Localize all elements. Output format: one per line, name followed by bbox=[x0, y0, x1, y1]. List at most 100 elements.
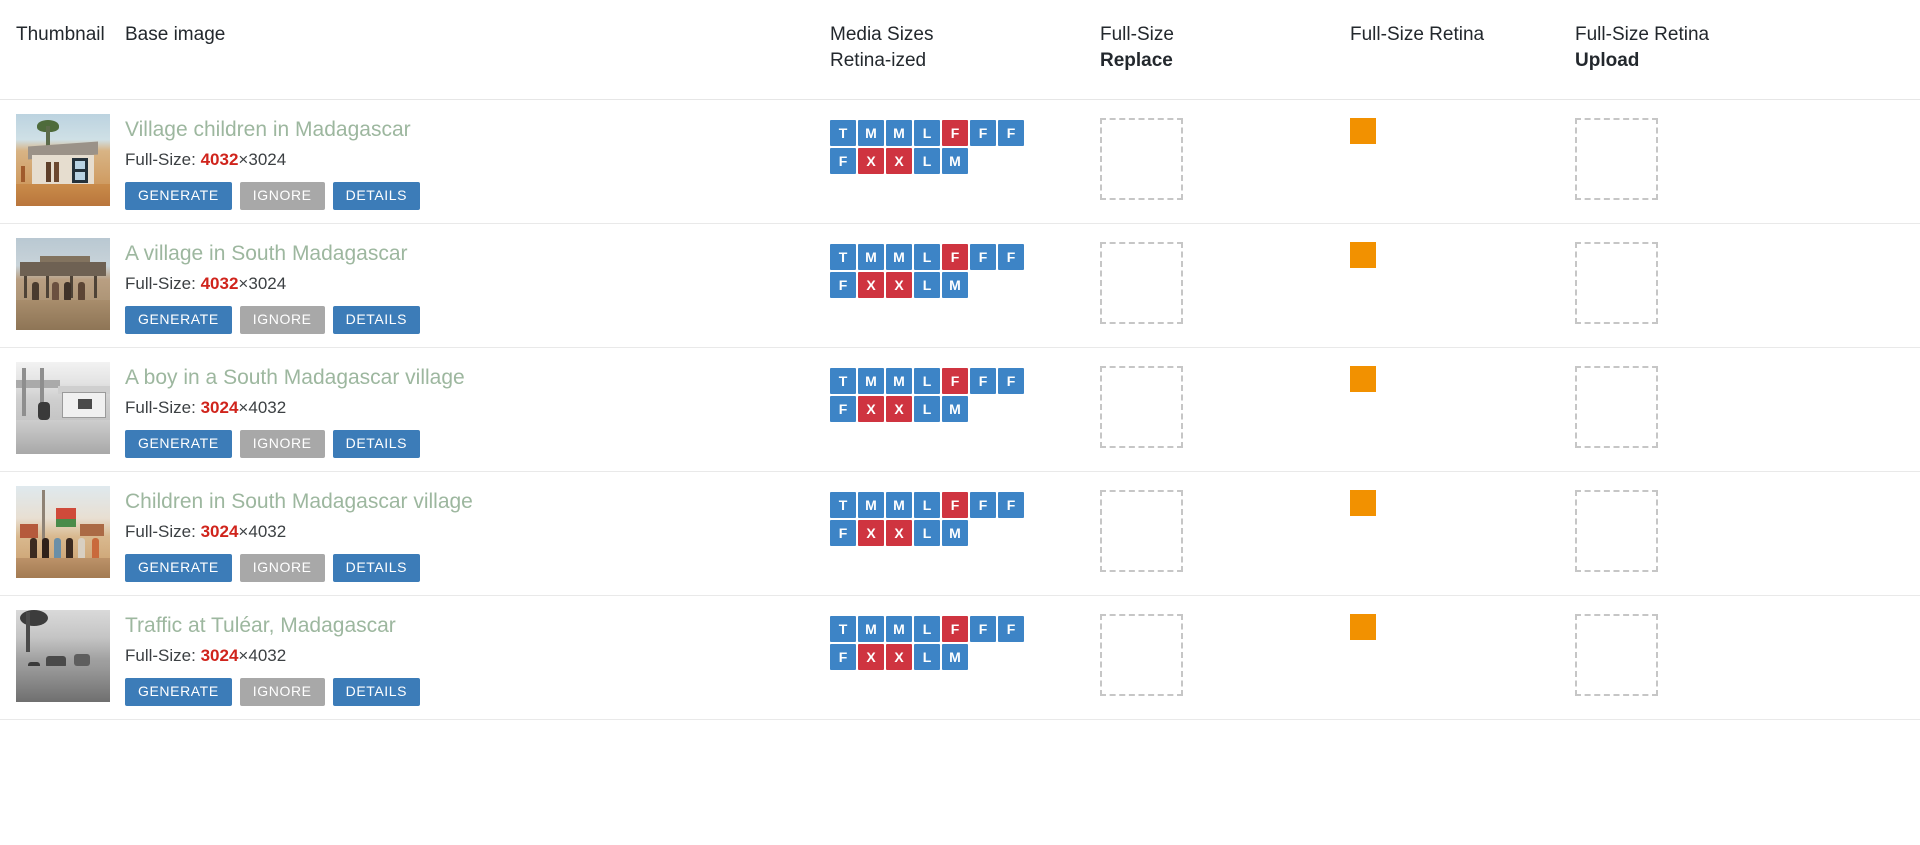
media-size-badge[interactable]: T bbox=[830, 120, 856, 147]
ignore-button[interactable]: IGNORE bbox=[239, 553, 325, 583]
media-size-badge[interactable]: L bbox=[914, 616, 940, 643]
media-size-badge[interactable]: F bbox=[970, 120, 996, 147]
media-size-badge[interactable]: X bbox=[886, 520, 912, 547]
base-image-title-link[interactable]: Traffic at Tuléar, Madagascar bbox=[125, 614, 830, 637]
full-size-replace-dropzone[interactable] bbox=[1100, 118, 1183, 201]
generate-button[interactable]: GENERATE bbox=[125, 429, 232, 459]
media-size-badge[interactable]: L bbox=[914, 396, 940, 423]
media-size-badge[interactable]: X bbox=[886, 272, 912, 299]
media-size-badge[interactable]: M bbox=[942, 148, 968, 175]
media-size-badge[interactable]: F bbox=[970, 244, 996, 271]
media-size-badge[interactable]: L bbox=[914, 244, 940, 271]
media-size-badge[interactable]: F bbox=[998, 120, 1024, 147]
media-size-badge[interactable]: M bbox=[886, 492, 912, 519]
retina-status-swatch[interactable] bbox=[1350, 242, 1376, 269]
media-size-badge[interactable]: T bbox=[830, 616, 856, 643]
ignore-button[interactable]: IGNORE bbox=[239, 429, 325, 459]
full-size-replace-dropzone[interactable] bbox=[1100, 614, 1183, 697]
full-size-replace-dropzone[interactable] bbox=[1100, 490, 1183, 573]
ignore-button[interactable]: IGNORE bbox=[239, 181, 325, 211]
retina-status-swatch[interactable] bbox=[1350, 490, 1376, 517]
media-size-badge[interactable]: F bbox=[970, 492, 996, 519]
thumbnail-image[interactable] bbox=[16, 114, 110, 207]
media-size-badge[interactable]: F bbox=[998, 368, 1024, 395]
media-size-badge[interactable]: T bbox=[830, 244, 856, 271]
media-size-badge[interactable]: L bbox=[914, 120, 940, 147]
media-size-badge[interactable]: M bbox=[858, 120, 884, 147]
media-size-badge[interactable]: L bbox=[914, 368, 940, 395]
media-size-badge[interactable]: M bbox=[886, 120, 912, 147]
base-image-title-link[interactable]: Village children in Madagascar bbox=[125, 118, 830, 141]
thumbnail-image[interactable] bbox=[16, 610, 110, 703]
media-size-badge[interactable]: X bbox=[886, 148, 912, 175]
generate-button[interactable]: GENERATE bbox=[125, 181, 232, 211]
details-button[interactable]: DETAILS bbox=[332, 553, 421, 583]
media-size-badge[interactable]: M bbox=[858, 616, 884, 643]
generate-button[interactable]: GENERATE bbox=[125, 305, 232, 335]
media-size-badge[interactable]: X bbox=[858, 396, 884, 423]
media-size-badge[interactable]: M bbox=[942, 644, 968, 671]
media-size-badge[interactable]: X bbox=[858, 644, 884, 671]
ignore-button[interactable]: IGNORE bbox=[239, 305, 325, 335]
media-size-badge[interactable]: M bbox=[858, 368, 884, 395]
media-size-badge[interactable]: M bbox=[942, 396, 968, 423]
media-size-badge[interactable]: X bbox=[858, 520, 884, 547]
media-size-badge[interactable]: F bbox=[998, 616, 1024, 643]
media-size-badge[interactable]: F bbox=[998, 244, 1024, 271]
media-size-badge[interactable]: M bbox=[942, 520, 968, 547]
full-size-replace-dropzone[interactable] bbox=[1100, 242, 1183, 325]
media-size-badge[interactable]: M bbox=[858, 244, 884, 271]
media-size-badge[interactable]: L bbox=[914, 492, 940, 519]
media-size-badge[interactable]: M bbox=[886, 616, 912, 643]
details-button[interactable]: DETAILS bbox=[332, 677, 421, 707]
media-size-badge[interactable]: F bbox=[942, 616, 968, 643]
media-size-badge[interactable]: F bbox=[942, 492, 968, 519]
media-size-badge[interactable]: F bbox=[830, 272, 856, 299]
base-image-title-link[interactable]: A village in South Madagascar bbox=[125, 242, 830, 265]
media-size-badge[interactable]: M bbox=[942, 272, 968, 299]
media-size-badge[interactable]: F bbox=[942, 120, 968, 147]
media-size-badge[interactable]: M bbox=[886, 368, 912, 395]
media-size-badge[interactable]: F bbox=[942, 244, 968, 271]
media-size-badge[interactable]: F bbox=[942, 368, 968, 395]
ignore-button[interactable]: IGNORE bbox=[239, 677, 325, 707]
media-size-badge[interactable]: F bbox=[830, 396, 856, 423]
retina-status-swatch[interactable] bbox=[1350, 118, 1376, 145]
details-button[interactable]: DETAILS bbox=[332, 305, 421, 335]
media-size-badge[interactable]: F bbox=[830, 148, 856, 175]
generate-button[interactable]: GENERATE bbox=[125, 677, 232, 707]
media-size-badge[interactable]: X bbox=[858, 272, 884, 299]
media-size-badge[interactable]: F bbox=[830, 520, 856, 547]
media-size-badge[interactable]: F bbox=[830, 644, 856, 671]
media-size-badge[interactable]: X bbox=[858, 148, 884, 175]
generate-button[interactable]: GENERATE bbox=[125, 553, 232, 583]
media-size-badge[interactable]: T bbox=[830, 492, 856, 519]
details-button[interactable]: DETAILS bbox=[332, 429, 421, 459]
full-size-replace-dropzone[interactable] bbox=[1100, 366, 1183, 449]
media-size-badge[interactable]: L bbox=[914, 148, 940, 175]
full-size-retina-upload-dropzone[interactable] bbox=[1575, 242, 1658, 325]
thumbnail-image[interactable] bbox=[16, 362, 110, 455]
media-size-badge[interactable]: L bbox=[914, 272, 940, 299]
media-size-badge[interactable]: F bbox=[998, 492, 1024, 519]
full-size-retina-upload-dropzone[interactable] bbox=[1575, 614, 1658, 697]
base-image-title-link[interactable]: A boy in a South Madagascar village bbox=[125, 366, 830, 389]
media-size-badge[interactable]: F bbox=[970, 616, 996, 643]
full-size-retina-upload-dropzone[interactable] bbox=[1575, 490, 1658, 573]
thumbnail-image[interactable] bbox=[16, 486, 110, 579]
media-size-badge[interactable]: L bbox=[914, 644, 940, 671]
media-size-badge[interactable]: L bbox=[914, 520, 940, 547]
base-image-title-link[interactable]: Children in South Madagascar village bbox=[125, 490, 830, 513]
full-size-retina-upload-dropzone[interactable] bbox=[1575, 366, 1658, 449]
full-size-retina-upload-dropzone[interactable] bbox=[1575, 118, 1658, 201]
details-button[interactable]: DETAILS bbox=[332, 181, 421, 211]
thumbnail-image[interactable] bbox=[16, 238, 110, 331]
retina-status-swatch[interactable] bbox=[1350, 366, 1376, 393]
media-size-badge[interactable]: F bbox=[970, 368, 996, 395]
media-size-badge[interactable]: M bbox=[886, 244, 912, 271]
media-size-badge[interactable]: X bbox=[886, 396, 912, 423]
media-size-badge[interactable]: M bbox=[858, 492, 884, 519]
media-size-badge[interactable]: X bbox=[886, 644, 912, 671]
media-size-badge[interactable]: T bbox=[830, 368, 856, 395]
retina-status-swatch[interactable] bbox=[1350, 614, 1376, 641]
